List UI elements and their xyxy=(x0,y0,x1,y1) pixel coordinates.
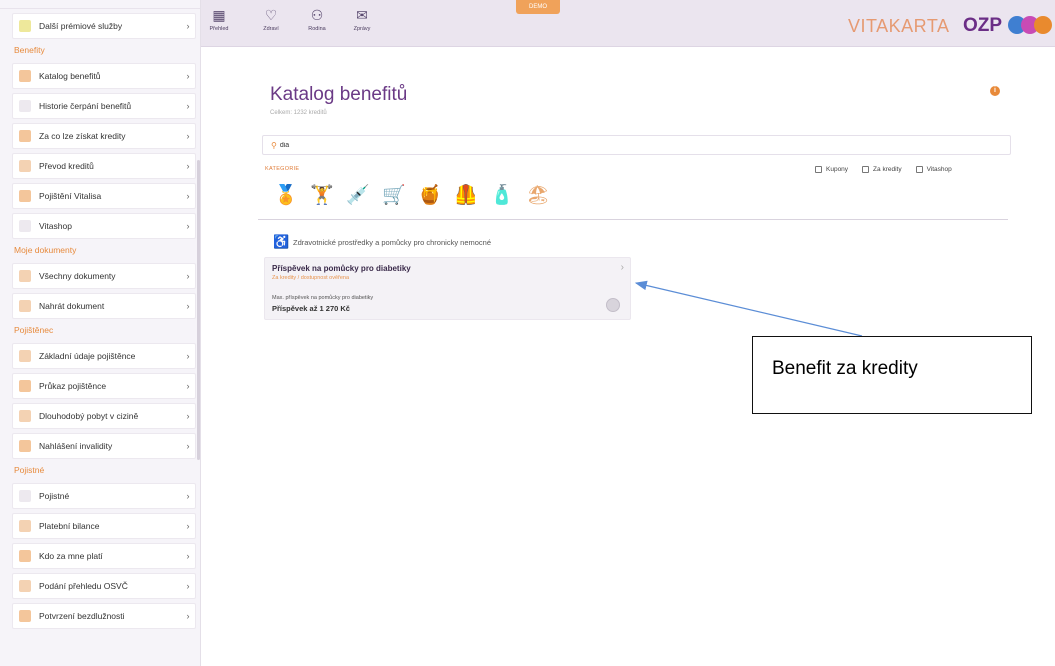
annotation-callout: Benefit za kredity xyxy=(752,336,1032,414)
annotation-arrow xyxy=(634,280,863,337)
annotation-text: Benefit za kredity xyxy=(772,358,918,379)
